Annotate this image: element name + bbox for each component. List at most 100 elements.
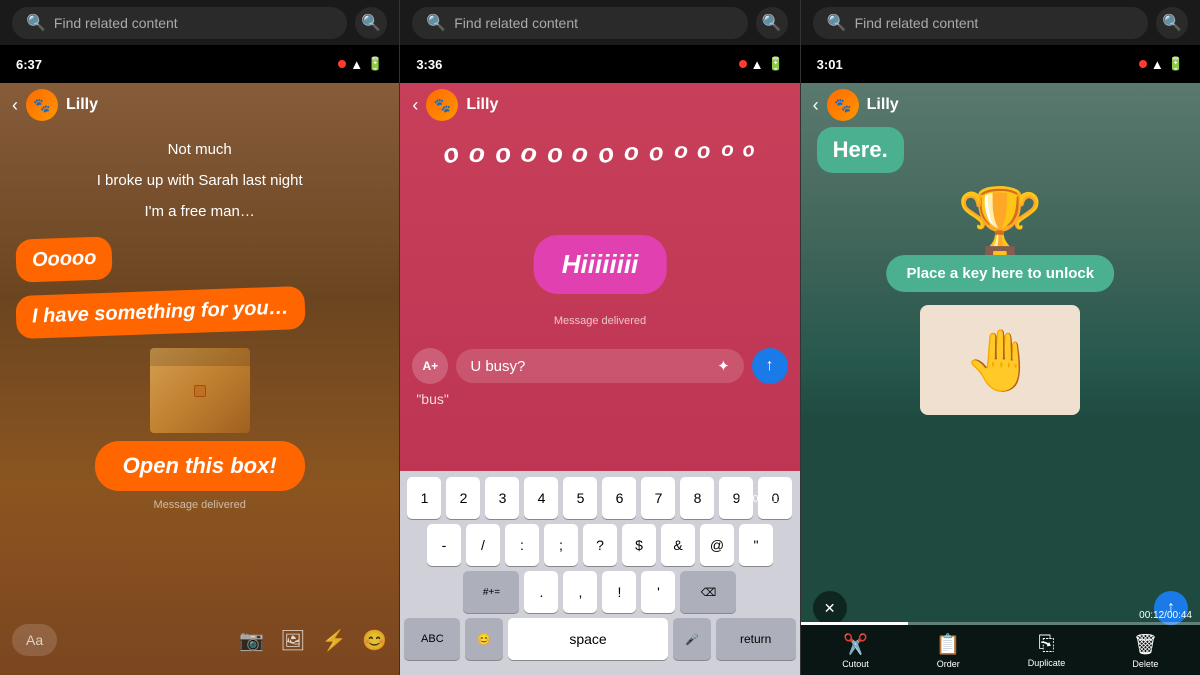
- key-semicolon[interactable]: ;: [544, 524, 578, 566]
- search-input-wrap-2[interactable]: 🔍 Find related content: [412, 7, 747, 39]
- phone-frame-3: 3:01 ▲ 🔋 ‹ 🐾 Lilly Here. 🏆: [801, 45, 1200, 675]
- panel3-signal-dot: [1139, 60, 1147, 68]
- panel1-image-icon[interactable]: 🖼: [280, 628, 305, 653]
- key-5[interactable]: 5: [563, 477, 597, 519]
- panel1-lightning-icon[interactable]: ⚡: [322, 628, 347, 653]
- search-input-1[interactable]: Find related content: [54, 15, 333, 31]
- keyboard-row-numbers: 1 2 3 4 5 6 7 8 9 0: [404, 477, 795, 519]
- panel1-bubble-container: Ooooo I have something for you…: [16, 232, 383, 340]
- panel3-header: ‹ 🐾 Lilly: [801, 83, 1200, 127]
- panel2-signal-dot: [739, 60, 747, 68]
- key-question[interactable]: ?: [583, 524, 617, 566]
- panel2-hiiiii-text: Hiiiiiiii: [562, 249, 639, 279]
- toolbar-item-cutout[interactable]: ✂️ Cutout: [842, 632, 869, 669]
- key-comma[interactable]: ,: [563, 571, 597, 613]
- panel1-delivered: Message delivered: [16, 499, 383, 511]
- phone-frame-2: 3:36 ▲ 🔋 ‹ 🐾 Lilly o o o o: [400, 45, 799, 675]
- panel1-avatar: 🐾: [26, 89, 58, 121]
- panel2-wifi-icon: ▲: [751, 57, 764, 72]
- panel1-bubble-ooooo-text: Ooooo: [32, 247, 97, 271]
- search-input-wrap-3[interactable]: 🔍 Find related content: [813, 7, 1148, 39]
- panel3-hand-icon: 🤚: [963, 325, 1038, 396]
- delete-label: Delete: [1132, 659, 1158, 669]
- panel2-text-field[interactable]: U busy? ✦: [456, 349, 743, 383]
- panel3-wifi-icon: ▲: [1151, 57, 1164, 72]
- panel2-contact-name[interactable]: Lilly: [466, 96, 498, 114]
- panel1-wifi-icon: ▲: [350, 57, 363, 72]
- panel1-box-image: [150, 348, 250, 433]
- cutout-label: Cutout: [842, 659, 869, 669]
- panel1-contact-name[interactable]: Lilly: [66, 96, 98, 114]
- search-input-2[interactable]: Find related content: [454, 15, 733, 31]
- search-button-3[interactable]: 🔍: [1156, 7, 1188, 39]
- search-input-3[interactable]: Find related content: [855, 15, 1134, 31]
- key-backspace[interactable]: ⌫: [680, 571, 736, 613]
- phone-frame-1: 6:37 ▲ 🔋 ‹ 🐾 Lilly Not much I broke up w…: [0, 45, 399, 675]
- panel2-delivered: Message delivered: [400, 315, 799, 327]
- panel2-send-button[interactable]: ↑: [752, 348, 788, 384]
- panel1-chat-input[interactable]: Aa: [12, 624, 57, 656]
- panel1-footer-icons: 📷 🖼 ⚡ 😊: [239, 628, 387, 653]
- panel2-header: ‹ 🐾 Lilly: [400, 83, 799, 127]
- key-colon[interactable]: :: [505, 524, 539, 566]
- panel3-close-button[interactable]: ✕: [813, 591, 847, 625]
- panel1-msg-2: I broke up with Sarah last night: [16, 170, 383, 191]
- panel3-status-bar: 3:01 ▲ 🔋: [801, 45, 1200, 83]
- panel2-time: 3:36: [416, 57, 442, 72]
- panel2-ooooo-text: o o o o o o o o o o o o o: [400, 127, 799, 181]
- search-bar-panel-2: 🔍 Find related content 🔍: [400, 0, 800, 45]
- panel2-autocomplete[interactable]: "bus": [400, 385, 799, 413]
- key-6[interactable]: 6: [602, 477, 636, 519]
- key-slash[interactable]: /: [466, 524, 500, 566]
- search-button-1[interactable]: 🔍: [355, 7, 387, 39]
- key-return[interactable]: return: [716, 618, 796, 660]
- panel2-video-timer: 00:05/01:08: [739, 494, 792, 505]
- panel3-place-key-button[interactable]: Place a key here to unlock: [887, 255, 1115, 292]
- toolbar-item-duplicate[interactable]: ⎘ Duplicate: [1028, 633, 1066, 668]
- search-bar-panel-3: 🔍 Find related content 🔍: [801, 0, 1200, 45]
- key-at[interactable]: @: [700, 524, 734, 566]
- panel2-battery-icon: 🔋: [767, 56, 783, 72]
- key-3[interactable]: 3: [485, 477, 519, 519]
- panel2-back-icon[interactable]: ‹: [412, 95, 418, 116]
- panel3-contact-name[interactable]: Lilly: [867, 96, 899, 114]
- key-7[interactable]: 7: [641, 477, 675, 519]
- toolbar-item-order[interactable]: 📋 Order: [936, 632, 961, 669]
- key-hashplus[interactable]: #+=: [463, 571, 519, 613]
- panel3-video-timer: 00:12/00:44: [1139, 610, 1192, 621]
- key-mic[interactable]: 🎤: [673, 618, 711, 660]
- key-1[interactable]: 1: [407, 477, 441, 519]
- panel3-here-text: Here.: [833, 137, 888, 162]
- duplicate-label: Duplicate: [1028, 658, 1066, 668]
- search-bars-container: 🔍 Find related content 🔍 🔍 Find related …: [0, 0, 1200, 45]
- key-dash[interactable]: -: [427, 524, 461, 566]
- key-dollar[interactable]: $: [622, 524, 656, 566]
- key-2[interactable]: 2: [446, 477, 480, 519]
- key-quote[interactable]: ": [739, 524, 773, 566]
- key-abc[interactable]: ABC: [404, 618, 460, 660]
- key-apostrophe[interactable]: ': [641, 571, 675, 613]
- panel1-back-icon[interactable]: ‹: [12, 95, 18, 116]
- key-space[interactable]: space: [508, 618, 668, 660]
- panel1-open-box-button[interactable]: Open this box!: [95, 441, 305, 491]
- panel1-emoji-icon[interactable]: 😊: [362, 628, 387, 653]
- panel2-input-text: U busy?: [470, 358, 525, 375]
- panel1-chat-messages: Not much I broke up with Sarah last nigh…: [0, 127, 399, 595]
- key-ampersand[interactable]: &: [661, 524, 695, 566]
- key-exclaim[interactable]: !: [602, 571, 636, 613]
- key-period[interactable]: .: [524, 571, 558, 613]
- key-emoji[interactable]: 😊: [465, 618, 503, 660]
- delete-icon: 🗑: [1133, 632, 1158, 657]
- key-8[interactable]: 8: [680, 477, 714, 519]
- panel3-back-icon[interactable]: ‹: [813, 95, 819, 116]
- keyboard-row-symbols1: - / : ; ? $ & @ ": [404, 524, 795, 566]
- key-4[interactable]: 4: [524, 477, 558, 519]
- panel3-time: 3:01: [817, 57, 843, 72]
- toolbar-item-delete[interactable]: 🗑 Delete: [1132, 632, 1158, 669]
- search-input-wrap-1[interactable]: 🔍 Find related content: [12, 7, 347, 39]
- panel2-ai-button[interactable]: A+: [412, 348, 448, 384]
- panel1-open-box-label: Open this box!: [123, 453, 277, 478]
- panel3-hand-image: 🤚: [920, 305, 1080, 415]
- search-button-2[interactable]: 🔍: [756, 7, 788, 39]
- panel1-camera-icon[interactable]: 📷: [239, 628, 264, 653]
